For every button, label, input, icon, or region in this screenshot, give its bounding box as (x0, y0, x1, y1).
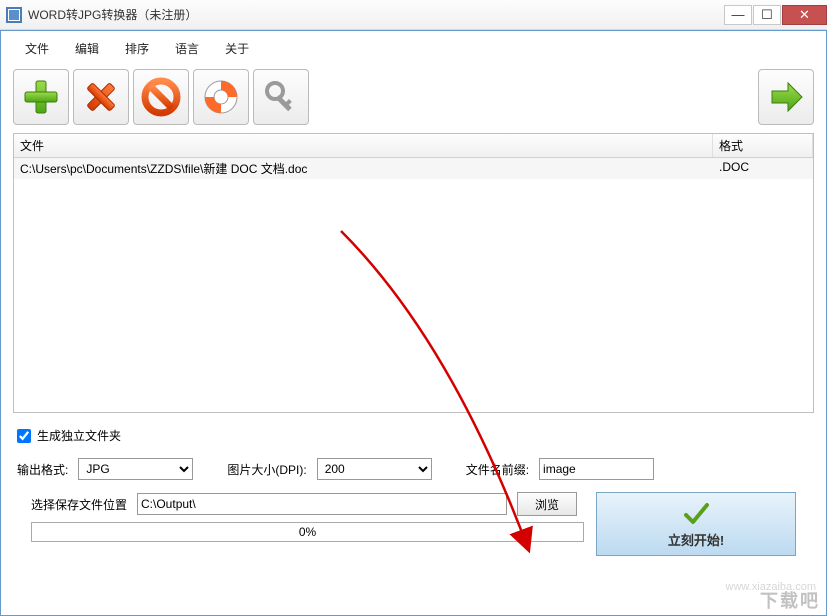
prefix-input[interactable] (539, 458, 654, 480)
col-header-file[interactable]: 文件 (14, 134, 713, 157)
next-button[interactable] (758, 69, 814, 125)
maximize-button[interactable]: ☐ (753, 5, 781, 25)
prefix-label: 文件名前缀: (466, 461, 529, 478)
start-label: 立刻开始! (668, 530, 724, 549)
cell-file: C:\Users\pc\Documents\ZZDS\file\新建 DOC 文… (14, 158, 713, 179)
menu-about[interactable]: 关于 (213, 37, 261, 60)
window-title: WORD转JPG转换器（未注册） (28, 6, 723, 23)
toolbar (3, 66, 824, 133)
key-icon (261, 77, 301, 117)
lifebuoy-icon (201, 77, 241, 117)
menubar: 文件 编辑 排序 语言 关于 (3, 33, 824, 66)
output-format-select[interactable]: JPG (78, 458, 193, 480)
file-list: 文件 格式 C:\Users\pc\Documents\ZZDS\file\新建… (13, 133, 814, 413)
watermark-url: www.xiazaiba.com (726, 581, 816, 593)
menu-language[interactable]: 语言 (163, 37, 211, 60)
cell-format: .DOC (713, 158, 813, 179)
progress-text: 0% (299, 525, 316, 539)
minimize-button[interactable]: — (724, 5, 752, 25)
clear-button[interactable] (133, 69, 189, 125)
start-button[interactable]: 立刻开始! (596, 492, 796, 556)
output-path-label: 选择保存文件位置 (31, 496, 127, 513)
table-row[interactable]: C:\Users\pc\Documents\ZZDS\file\新建 DOC 文… (14, 158, 813, 179)
output-path-input[interactable] (137, 493, 507, 515)
dpi-label: 图片大小(DPI): (227, 461, 306, 478)
no-entry-icon (141, 77, 181, 117)
arrow-right-icon (766, 77, 806, 117)
col-header-format[interactable]: 格式 (713, 134, 813, 157)
output-format-label: 输出格式: (17, 461, 68, 478)
dpi-select[interactable]: 200 (317, 458, 432, 480)
check-icon (682, 500, 710, 528)
register-button[interactable] (253, 69, 309, 125)
menu-edit[interactable]: 编辑 (63, 37, 111, 60)
watermark-text: 下载吧 (760, 587, 820, 613)
add-button[interactable] (13, 69, 69, 125)
close-button[interactable]: ✕ (782, 5, 827, 25)
plus-icon (21, 77, 61, 117)
titlebar: WORD转JPG转换器（未注册） — ☐ ✕ (0, 0, 827, 30)
x-icon (81, 77, 121, 117)
help-button[interactable] (193, 69, 249, 125)
menu-sort[interactable]: 排序 (113, 37, 161, 60)
remove-button[interactable] (73, 69, 129, 125)
create-subfolder-label: 生成独立文件夹 (37, 427, 121, 444)
create-subfolder-checkbox[interactable] (17, 429, 31, 443)
progress-bar: 0% (31, 522, 584, 542)
app-icon (6, 7, 22, 23)
menu-file[interactable]: 文件 (13, 37, 61, 60)
browse-button[interactable]: 浏览 (517, 492, 577, 516)
